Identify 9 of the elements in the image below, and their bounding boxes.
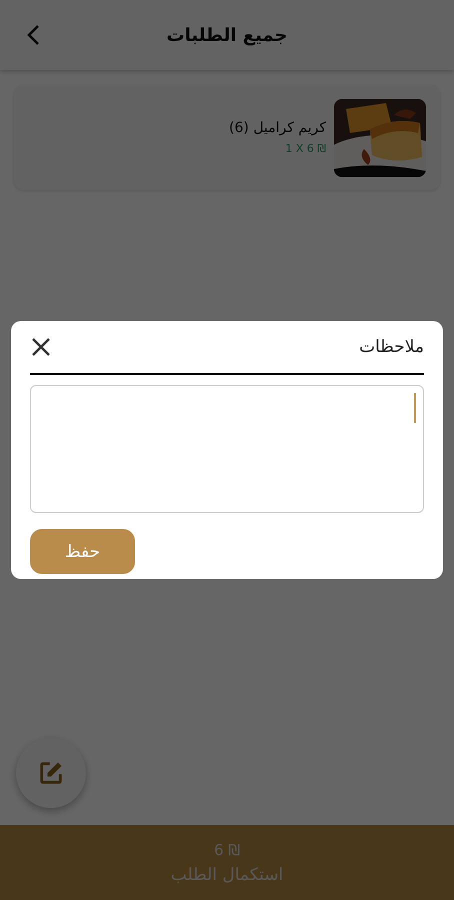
text-cursor bbox=[414, 393, 416, 423]
page-title: جميع الطلبات bbox=[166, 24, 288, 46]
item-price: 1 X 6 ₪ bbox=[284, 142, 326, 155]
item-name: كريم كراميل (6) bbox=[229, 120, 326, 136]
notes-field[interactable] bbox=[30, 385, 424, 513]
dialog-title: ملاحظات bbox=[359, 337, 424, 357]
back-icon[interactable] bbox=[26, 24, 40, 46]
close-button[interactable] bbox=[30, 336, 52, 358]
save-button[interactable]: حفظ bbox=[30, 529, 135, 574]
